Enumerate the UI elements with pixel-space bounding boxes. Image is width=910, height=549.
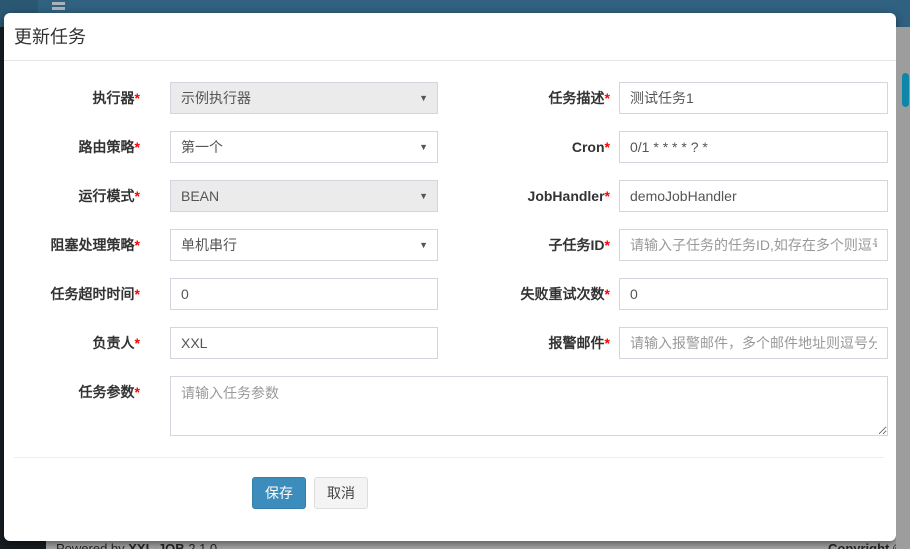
field-label-text: 失败重试次数 xyxy=(521,286,605,302)
cancel-button[interactable]: 取消 xyxy=(314,477,368,509)
modal-footer: 保存 取消 xyxy=(252,477,896,509)
field-label-text: 任务参数 xyxy=(79,384,135,400)
field-label-text: 子任务ID xyxy=(549,237,605,253)
chevron-down-icon: ▼ xyxy=(419,181,428,211)
required-mark: * xyxy=(605,335,610,351)
required-mark: * xyxy=(605,139,610,155)
field-label-text: 路由策略 xyxy=(79,139,135,155)
scrollbar[interactable] xyxy=(896,27,910,549)
field-child-job-id-input[interactable] xyxy=(619,229,888,261)
field-child-job-id-label: 子任务ID* xyxy=(438,229,619,261)
field-cron-label: Cron* xyxy=(438,131,619,163)
required-mark: * xyxy=(605,90,610,106)
field-author-label: 负责人* xyxy=(14,327,170,359)
field-alarm-email-label: 报警邮件* xyxy=(438,327,619,359)
field-label-text: 任务超时时间 xyxy=(51,286,135,302)
field-glue-type-select: BEAN ▼ xyxy=(170,180,438,212)
field-label-text: 阻塞处理策略 xyxy=(51,237,135,253)
field-job-desc-input[interactable] xyxy=(619,82,888,114)
field-timeout-label: 任务超时时间* xyxy=(14,278,170,310)
field-label-text: 负责人 xyxy=(93,335,135,351)
field-job-handler-input[interactable] xyxy=(619,180,888,212)
powered-by-text: Powered by XXL-JOB 2.1.0 xyxy=(56,541,217,549)
required-mark: * xyxy=(135,90,140,106)
save-button[interactable]: 保存 xyxy=(252,477,306,509)
field-label-text: 报警邮件 xyxy=(549,335,605,351)
field-label-text: JobHandler xyxy=(528,188,605,204)
required-mark: * xyxy=(135,237,140,253)
field-route-strategy-select[interactable]: 第一个 ▼ xyxy=(170,131,438,163)
modal-title: 更新任务 xyxy=(14,26,886,48)
field-alarm-email-input[interactable] xyxy=(619,327,888,359)
required-mark: * xyxy=(135,384,140,400)
field-label-text: Cron xyxy=(572,139,605,155)
field-job-handler-label: JobHandler* xyxy=(438,180,619,212)
field-executor-value: 示例执行器 xyxy=(181,90,251,106)
field-route-strategy-label: 路由策略* xyxy=(14,131,170,163)
chevron-down-icon: ▼ xyxy=(419,83,428,113)
field-label-text: 执行器 xyxy=(93,90,135,106)
field-timeout-input[interactable] xyxy=(170,278,438,310)
field-author-input[interactable] xyxy=(170,327,438,359)
field-job-param-label: 任务参数* xyxy=(14,376,170,436)
hamburger-bar xyxy=(52,7,65,10)
field-block-strategy-select[interactable]: 单机串行 ▼ xyxy=(170,229,438,261)
field-job-param-textarea[interactable] xyxy=(170,376,888,436)
field-job-desc-label: 任务描述* xyxy=(438,82,619,114)
footer-divider xyxy=(14,457,884,458)
modal-header: 更新任务 xyxy=(4,13,896,61)
field-block-strategy-label: 阻塞处理策略* xyxy=(14,229,170,261)
field-executor-select: 示例执行器 ▼ xyxy=(170,82,438,114)
version-text: 2.1.0 xyxy=(185,541,218,549)
field-glue-type-label: 运行模式* xyxy=(14,180,170,212)
hamburger-menu-icon[interactable] xyxy=(52,2,65,12)
field-label-text: 任务描述 xyxy=(549,90,605,106)
field-glue-type-value: BEAN xyxy=(181,188,219,204)
field-fail-retry-count-input[interactable] xyxy=(619,278,888,310)
field-route-strategy-value: 第一个 xyxy=(181,139,223,155)
hamburger-bar xyxy=(52,2,65,5)
field-executor-label: 执行器* xyxy=(14,82,170,114)
field-fail-retry-count-label: 失败重试次数* xyxy=(438,278,619,310)
field-cron-input[interactable] xyxy=(619,131,888,163)
chevron-down-icon: ▼ xyxy=(419,132,428,162)
required-mark: * xyxy=(605,237,610,253)
required-mark: * xyxy=(135,335,140,351)
field-block-strategy-value: 单机串行 xyxy=(181,237,237,253)
form-grid: 执行器*示例执行器▼任务描述*路由策略*第一个▼Cron*运行模式*BEAN▼J… xyxy=(14,82,896,436)
required-mark: * xyxy=(605,286,610,302)
scrollbar-thumb[interactable] xyxy=(902,73,909,107)
update-task-modal: 更新任务 执行器*示例执行器▼任务描述*路由策略*第一个▼Cron*运行模式*B… xyxy=(4,13,896,541)
required-mark: * xyxy=(135,286,140,302)
required-mark: * xyxy=(605,188,610,204)
brand-text: XXL-JOB xyxy=(128,541,184,549)
required-mark: * xyxy=(135,188,140,204)
required-mark: * xyxy=(135,139,140,155)
chevron-down-icon: ▼ xyxy=(419,230,428,260)
field-label-text: 运行模式 xyxy=(79,188,135,204)
